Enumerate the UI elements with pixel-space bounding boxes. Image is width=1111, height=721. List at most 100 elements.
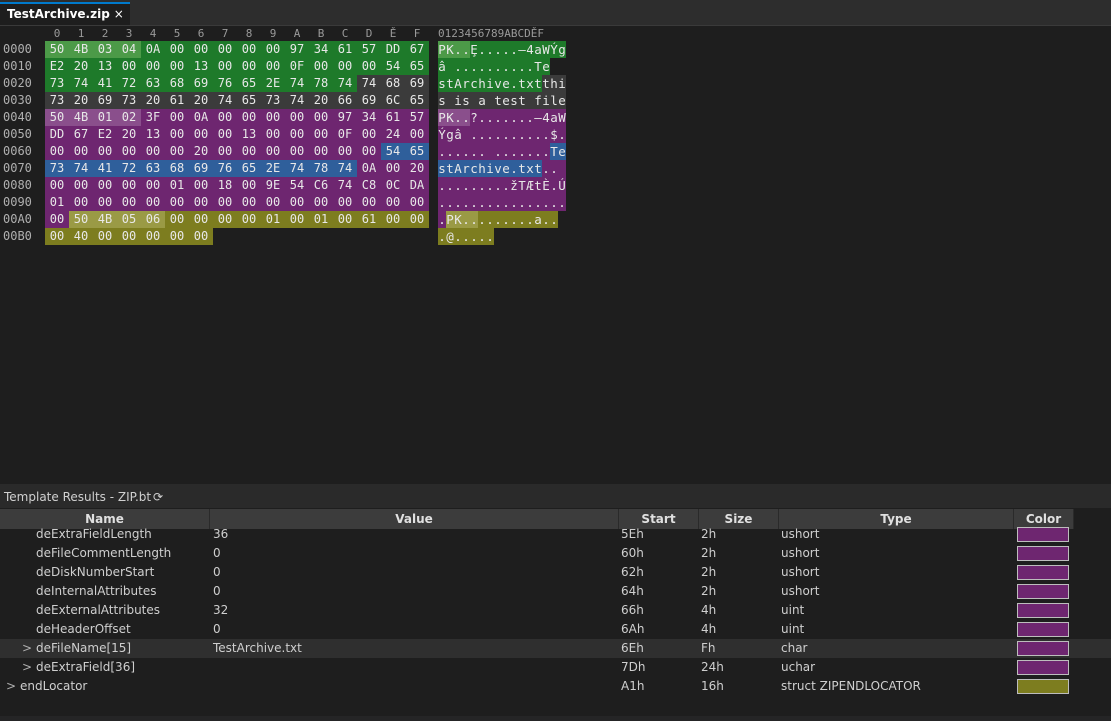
hex-byte[interactable]: 20 xyxy=(69,92,93,109)
table-row[interactable]: deHeaderOffset 0 6Ah 4h uint xyxy=(0,620,1111,639)
hex-byte[interactable]: 65 xyxy=(405,92,429,109)
hex-byte[interactable]: 0A xyxy=(141,41,165,58)
hex-byte[interactable]: 69 xyxy=(93,92,117,109)
hex-byte[interactable]: 00 xyxy=(261,58,285,75)
hex-byte[interactable]: 74 xyxy=(213,92,237,109)
hex-byte[interactable]: 00 xyxy=(285,143,309,160)
hex-byte[interactable]: 69 xyxy=(405,75,429,92)
hex-byte[interactable]: 61 xyxy=(381,109,405,126)
hex-byte[interactable]: 76 xyxy=(213,75,237,92)
expand-chevron-icon[interactable]: > xyxy=(6,677,16,696)
hex-byte[interactable]: 67 xyxy=(405,41,429,58)
hex-row[interactable]: 0070 73 74 41 72 63 68 69 76 65 2E 74 78 74 0A 00 20 stAr… xyxy=(0,160,1111,177)
hex-byte[interactable]: 06 xyxy=(141,211,165,228)
expand-chevron-icon[interactable]: > xyxy=(22,658,32,677)
ascii-text[interactable]: stArchive.txt.. xyxy=(438,160,566,177)
hex-byte[interactable]: DA xyxy=(405,177,429,194)
hex-byte[interactable]: 0F xyxy=(285,58,309,75)
hex-byte[interactable]: 13 xyxy=(93,58,117,75)
hex-byte[interactable]: 00 xyxy=(357,126,381,143)
hex-byte[interactable]: 00 xyxy=(189,177,213,194)
hex-byte[interactable]: 00 xyxy=(237,211,261,228)
hex-byte[interactable]: 00 xyxy=(165,41,189,58)
ascii-text[interactable]: Ýgâ ..........$. xyxy=(438,126,566,143)
hex-byte[interactable]: 9E xyxy=(261,177,285,194)
color-swatch[interactable] xyxy=(1017,527,1069,542)
hex-byte[interactable]: 00 xyxy=(309,109,333,126)
hex-byte[interactable]: 78 xyxy=(309,160,333,177)
hex-byte[interactable]: 00 xyxy=(117,177,141,194)
hex-byte[interactable]: 00 xyxy=(285,109,309,126)
hex-byte[interactable]: 00 xyxy=(333,194,357,211)
hex-byte[interactable]: 00 xyxy=(213,143,237,160)
hex-byte[interactable]: 00 xyxy=(189,228,213,245)
color-swatch[interactable] xyxy=(1017,603,1069,618)
ascii-text[interactable]: ................ xyxy=(438,194,566,211)
hex-byte[interactable]: 69 xyxy=(357,92,381,109)
hex-byte[interactable]: 00 xyxy=(45,177,69,194)
hex-byte[interactable]: 20 xyxy=(189,143,213,160)
hex-byte[interactable]: 00 xyxy=(141,194,165,211)
hex-byte[interactable]: 00 xyxy=(189,194,213,211)
hex-byte[interactable]: DD xyxy=(45,126,69,143)
color-swatch[interactable] xyxy=(1017,584,1069,599)
hex-byte[interactable]: 74 xyxy=(69,75,93,92)
hex-byte[interactable]: 00 xyxy=(165,211,189,228)
hex-byte[interactable]: 00 xyxy=(117,228,141,245)
hex-byte[interactable]: 65 xyxy=(237,160,261,177)
hex-byte[interactable]: 61 xyxy=(333,41,357,58)
hex-byte[interactable]: 57 xyxy=(357,41,381,58)
hex-byte[interactable]: 67 xyxy=(69,126,93,143)
hex-byte[interactable]: 74 xyxy=(333,177,357,194)
hex-byte[interactable]: 41 xyxy=(93,75,117,92)
hex-byte[interactable]: 73 xyxy=(261,92,285,109)
tab-testarchive[interactable]: TestArchive.zip × xyxy=(0,2,130,25)
hex-byte[interactable]: 54 xyxy=(381,58,405,75)
hex-byte[interactable]: 00 xyxy=(333,58,357,75)
color-swatch[interactable] xyxy=(1017,660,1069,675)
hex-byte[interactable]: 00 xyxy=(381,211,405,228)
hex-byte[interactable]: 76 xyxy=(213,160,237,177)
hex-row[interactable]: 0080 00 00 00 00 00 01 00 18 00 9E 54 C6 74 C8 0C DA....… xyxy=(0,177,1111,194)
hex-byte[interactable]: 57 xyxy=(405,109,429,126)
table-row[interactable]: deExternalAttributes 32 66h 4h uint xyxy=(0,601,1111,620)
color-swatch[interactable] xyxy=(1017,546,1069,561)
hex-byte[interactable]: 00 xyxy=(165,126,189,143)
hex-byte[interactable]: 00 xyxy=(405,194,429,211)
hex-byte[interactable]: 02 xyxy=(117,109,141,126)
hex-byte[interactable]: E2 xyxy=(93,126,117,143)
hex-byte[interactable]: 00 xyxy=(237,41,261,58)
table-row[interactable]: > deExtraField[36] 7Dh 24h uchar xyxy=(0,658,1111,677)
ascii-text[interactable]: ...... .......Te xyxy=(438,143,566,160)
hex-byte[interactable]: 00 xyxy=(165,109,189,126)
hex-byte[interactable]: 00 xyxy=(309,194,333,211)
hex-byte[interactable]: C6 xyxy=(309,177,333,194)
hex-byte[interactable]: 00 xyxy=(165,228,189,245)
hex-row[interactable]: 0000 50 4B 03 04 0A 00 00 00 00 00 97 34 61 57 DD 67 PK..… xyxy=(0,41,1111,58)
table-row[interactable]: deDiskNumberStart 0 62h 2h ushort xyxy=(0,563,1111,582)
hex-byte[interactable]: 00 xyxy=(213,109,237,126)
ascii-text[interactable]: â ..........Te xyxy=(438,58,550,75)
hex-byte[interactable]: 00 xyxy=(213,194,237,211)
hex-byte[interactable]: 00 xyxy=(237,58,261,75)
hex-byte[interactable]: 0F xyxy=(333,126,357,143)
hex-byte[interactable]: 00 xyxy=(237,109,261,126)
ascii-text[interactable]: .@..... xyxy=(438,228,494,245)
hex-byte[interactable]: 00 xyxy=(261,194,285,211)
hex-byte[interactable]: 20 xyxy=(189,92,213,109)
table-row[interactable]: > endLocator A1h 16h struct ZIPENDLOCATOR xyxy=(0,677,1111,696)
hex-byte[interactable]: 00 xyxy=(165,58,189,75)
hex-byte[interactable]: 74 xyxy=(285,92,309,109)
hex-byte[interactable]: 00 xyxy=(213,126,237,143)
hex-byte[interactable]: 00 xyxy=(333,143,357,160)
hex-byte[interactable]: 01 xyxy=(309,211,333,228)
hex-byte[interactable]: 00 xyxy=(165,143,189,160)
hex-byte[interactable]: 72 xyxy=(117,160,141,177)
hex-byte[interactable]: 73 xyxy=(45,92,69,109)
hex-byte[interactable]: 00 xyxy=(357,143,381,160)
table-row[interactable]: > deFileName[15] TestArchive.txt 6Eh Fh char xyxy=(0,639,1111,658)
hex-row[interactable]: 0050 DD 67 E2 20 13 00 00 00 13 00 00 00 0F 00 24 00 Ýgâ … xyxy=(0,126,1111,143)
hex-byte[interactable]: 78 xyxy=(309,75,333,92)
ascii-text[interactable]: stArchive.txtthi xyxy=(438,75,566,92)
hex-byte[interactable]: 00 xyxy=(189,211,213,228)
